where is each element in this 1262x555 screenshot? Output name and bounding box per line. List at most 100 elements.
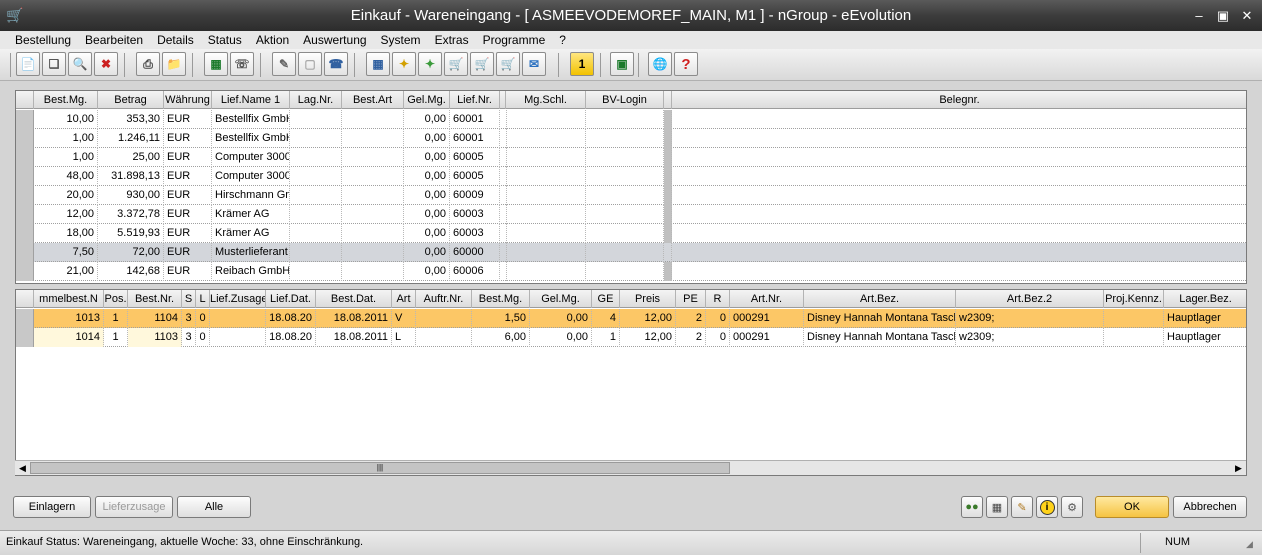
top-grid-column-header[interactable]: Währung bbox=[164, 91, 212, 109]
top-grid-column-header[interactable]: Best.Mg. bbox=[34, 91, 98, 109]
orders-grid[interactable]: Best.Mg. Betrag Währung Lief.Name 1 Lag.Nr. B… bbox=[15, 90, 1247, 284]
resize-grip-icon[interactable]: ◢ bbox=[1246, 539, 1253, 550]
close-icon[interactable]: ✕ bbox=[1236, 8, 1258, 24]
top-grid-row[interactable]: 18,00 5.519,93 EUR Krämer AG 0,00 60003 bbox=[16, 224, 1246, 243]
calendar-grid-icon[interactable]: ▦ bbox=[986, 496, 1008, 518]
positions-grid[interactable]: mmelbest.N Pos. Best.Nr. S L Lief.Zusage Lief.… bbox=[15, 289, 1247, 476]
cart-blue-icon[interactable]: 🛒 bbox=[444, 52, 468, 76]
bottom-grid-column-header[interactable]: Art.Bez.2 bbox=[956, 290, 1104, 308]
bottom-grid-column-header[interactable]: Proj.Kennz. bbox=[1104, 290, 1164, 308]
row-selector[interactable] bbox=[16, 224, 34, 243]
cart-green-icon[interactable]: 🛒 bbox=[470, 52, 494, 76]
mail-icon[interactable]: ✉ bbox=[522, 52, 546, 76]
bottom-grid-column-header[interactable]: Art.Bez. bbox=[804, 290, 956, 308]
bottom-grid-column-header[interactable]: Lief.Zusage bbox=[210, 290, 266, 308]
bottom-grid-row[interactable]: 1013 1 1104 3 0 18.08.20 18.08.2011 V 1,50 0,00 4 1… bbox=[16, 309, 1246, 328]
tag-icon[interactable]: ✦ bbox=[392, 52, 416, 76]
menu-details[interactable]: Details bbox=[150, 33, 201, 47]
tools-icon[interactable]: ⚙ bbox=[1061, 496, 1083, 518]
cart-red-icon[interactable]: 🛒 bbox=[496, 52, 520, 76]
row-selector[interactable] bbox=[16, 129, 34, 148]
menu-system[interactable]: System bbox=[374, 33, 428, 47]
menu-bearbeiten[interactable]: Bearbeiten bbox=[78, 33, 150, 47]
top-grid-column-header[interactable]: BV-Login bbox=[586, 91, 664, 109]
menu-auswertung[interactable]: Auswertung bbox=[296, 33, 373, 47]
bottom-grid-column-header[interactable]: Auftr.Nr. bbox=[416, 290, 472, 308]
menu-help[interactable]: ? bbox=[552, 33, 573, 47]
row-selector[interactable] bbox=[16, 309, 34, 328]
blank-icon[interactable]: ▢ bbox=[298, 52, 322, 76]
top-grid-column-header[interactable]: Mg.Schl. bbox=[506, 91, 586, 109]
scroll-right-icon[interactable]: ▶ bbox=[1231, 461, 1246, 475]
users-icon[interactable]: ●● bbox=[961, 496, 983, 518]
copy-icon[interactable]: ❏ bbox=[42, 52, 66, 76]
print-icon[interactable]: ⎙ bbox=[136, 52, 160, 76]
top-grid-row[interactable]: 48,00 31.898,13 EUR Computer 3000 0,00 60005 bbox=[16, 167, 1246, 186]
bottom-grid-row[interactable]: 1014 1 1103 3 0 18.08.20 18.08.2011 L 6,00 0,00 1 1… bbox=[16, 328, 1246, 347]
row-selector[interactable] bbox=[16, 205, 34, 224]
alle-button[interactable]: Alle bbox=[177, 496, 251, 518]
top-grid-column-header[interactable]: Best.Art bbox=[342, 91, 404, 109]
scroll-thumb[interactable]: ||| bbox=[30, 462, 730, 474]
menu-programme[interactable]: Programme bbox=[476, 33, 553, 47]
top-grid-column-header[interactable]: Gel.Mg. bbox=[404, 91, 450, 109]
tag-green-icon[interactable]: ✦ bbox=[418, 52, 442, 76]
calendar-icon[interactable]: ▦ bbox=[366, 52, 390, 76]
top-grid-row[interactable]: 20,00930,00EURHirschmann Gmb 0,0060009 bbox=[16, 186, 1246, 205]
row-selector[interactable] bbox=[16, 167, 34, 186]
excel-icon[interactable]: ▦ bbox=[204, 52, 228, 76]
top-grid-column-header[interactable]: Lief.Name 1 bbox=[212, 91, 290, 109]
bottom-grid-column-header[interactable]: Art bbox=[392, 290, 416, 308]
bottom-grid-column-header[interactable]: R bbox=[706, 290, 730, 308]
phone-icon[interactable]: ☎ bbox=[324, 52, 348, 76]
top-grid-row[interactable]: 12,00 3.372,78 EUR Krämer AG 0,00 60003 bbox=[16, 205, 1246, 224]
exit-icon[interactable]: ▣ bbox=[610, 52, 634, 76]
menu-bestellung[interactable]: Bestellung bbox=[8, 33, 78, 47]
top-grid-row[interactable]: 1,00 1.246,11 EUR Bestellfix GmbH 0,00 60001 bbox=[16, 129, 1246, 148]
row-selector[interactable] bbox=[16, 110, 34, 129]
delete-icon[interactable]: ✖ bbox=[94, 52, 118, 76]
fax-icon[interactable]: ☏ bbox=[230, 52, 254, 76]
notes-icon[interactable]: ✎ bbox=[1011, 496, 1033, 518]
bottom-grid-column-header[interactable]: Art.Nr. bbox=[730, 290, 804, 308]
top-grid-row[interactable]: 10,00 353,30 EUR Bestellfix GmbH 0,00 60001 bbox=[16, 110, 1246, 129]
top-grid-column-header[interactable]: Betrag bbox=[98, 91, 164, 109]
top-grid-column-header[interactable] bbox=[664, 91, 672, 109]
menu-extras[interactable]: Extras bbox=[428, 33, 476, 47]
globe-icon[interactable]: 🌐 bbox=[648, 52, 672, 76]
bottom-grid-column-header[interactable]: mmelbest.N bbox=[34, 290, 104, 308]
bottom-grid-column-header[interactable]: Best.Dat. bbox=[316, 290, 392, 308]
row-selector[interactable] bbox=[16, 328, 34, 347]
bottom-grid-column-header[interactable]: GE bbox=[592, 290, 620, 308]
help-icon[interactable]: ? bbox=[674, 52, 698, 76]
top-grid-column-header[interactable]: Lief.Nr. bbox=[450, 91, 500, 109]
row-selector[interactable] bbox=[16, 148, 34, 167]
bottom-grid-column-header[interactable]: PE bbox=[676, 290, 706, 308]
scroll-left-icon[interactable]: ◀ bbox=[15, 461, 30, 475]
top-grid-column-header[interactable]: Lag.Nr. bbox=[290, 91, 342, 109]
edit-icon[interactable]: ✎ bbox=[272, 52, 296, 76]
ok-button[interactable]: OK bbox=[1095, 496, 1169, 518]
bottom-grid-column-header[interactable]: Lief.Dat. bbox=[266, 290, 316, 308]
row-selector[interactable] bbox=[16, 243, 34, 262]
top-grid-row[interactable]: 7,50 72,00 EUR Musterlieferant 0,00 60000 bbox=[16, 243, 1246, 262]
top-grid-row[interactable]: 21,00 142,68 EUR Reibach GmbH 0,00 60006 bbox=[16, 262, 1246, 281]
maximize-icon[interactable]: ▣ bbox=[1212, 8, 1234, 24]
einlagern-button[interactable]: Einlagern bbox=[13, 496, 91, 518]
abbrechen-button[interactable]: Abbrechen bbox=[1173, 496, 1247, 518]
new-icon[interactable]: 📄 bbox=[16, 52, 40, 76]
number-one-icon[interactable]: 1 bbox=[570, 52, 594, 76]
bottom-grid-column-header[interactable]: S bbox=[182, 290, 196, 308]
bottom-grid-column-header[interactable]: Gel.Mg. bbox=[530, 290, 592, 308]
horizontal-scrollbar[interactable]: ◀ ||| ▶ bbox=[15, 460, 1246, 475]
lieferzusage-button[interactable]: Lieferzusage bbox=[95, 496, 173, 518]
minimize-icon[interactable]: – bbox=[1188, 8, 1210, 23]
folder-icon[interactable]: 📁 bbox=[162, 52, 186, 76]
bottom-grid-column-header[interactable]: Preis bbox=[620, 290, 676, 308]
search-icon[interactable]: 🔍 bbox=[68, 52, 92, 76]
row-selector[interactable] bbox=[16, 186, 34, 205]
top-grid-column-header[interactable]: Belegnr. bbox=[672, 91, 1246, 109]
menu-aktion[interactable]: Aktion bbox=[249, 33, 296, 47]
row-selector[interactable] bbox=[16, 262, 34, 281]
bottom-grid-column-header[interactable]: Best.Nr. bbox=[128, 290, 182, 308]
